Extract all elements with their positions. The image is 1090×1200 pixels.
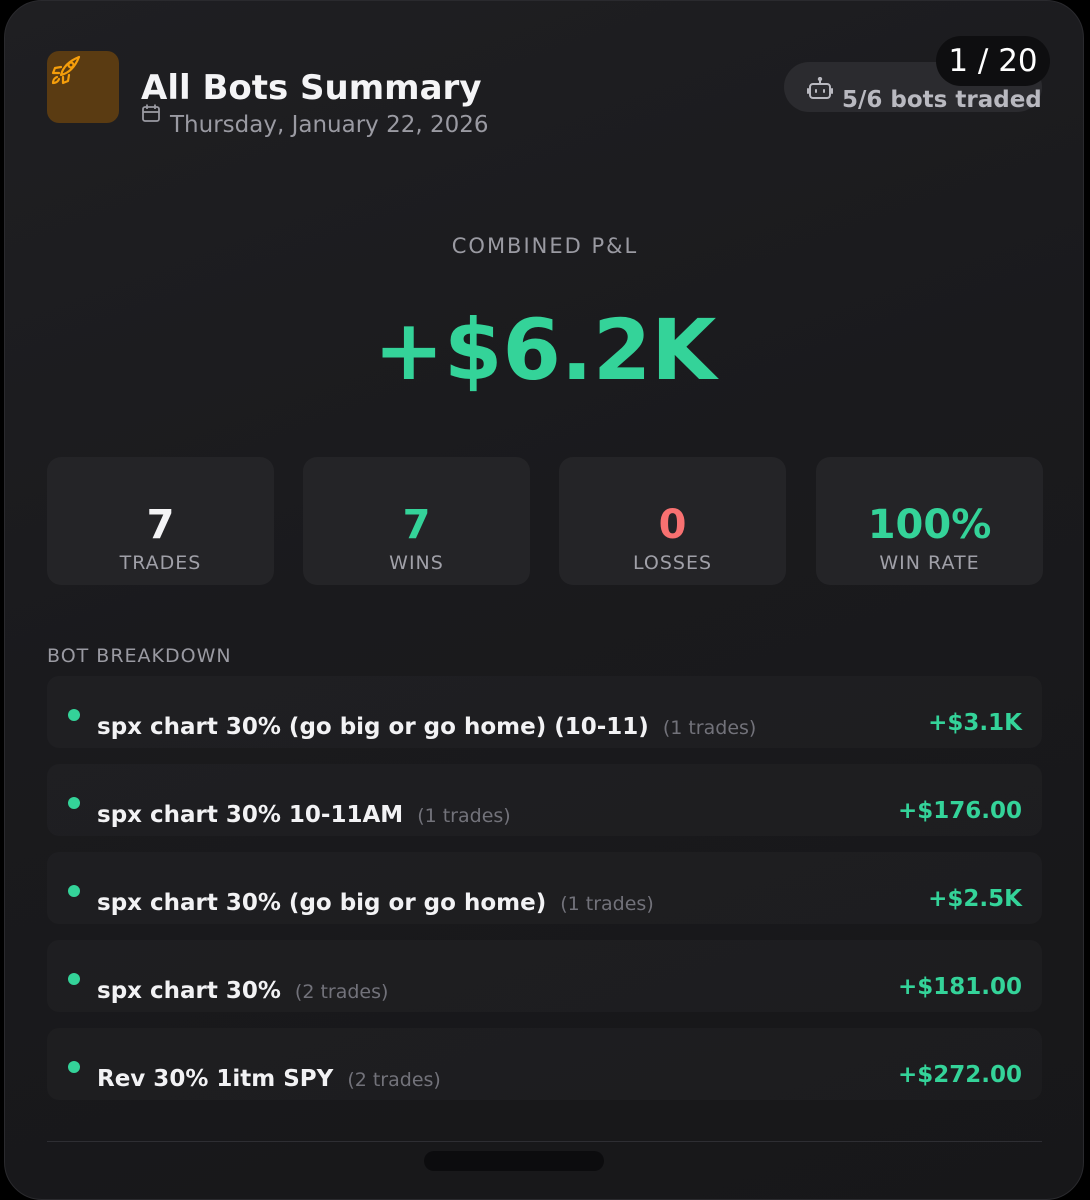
status-dot-icon bbox=[68, 973, 80, 985]
bot-pnl: +$2.5K bbox=[928, 886, 1022, 912]
app-icon bbox=[47, 51, 119, 123]
bot-name-line: Rev 30% 1itm SPY (2 trades) bbox=[97, 1066, 441, 1092]
bot-trade-count: (2 trades) bbox=[347, 1069, 441, 1091]
bot-name: spx chart 30% 10-11AM bbox=[97, 802, 404, 828]
bot-pnl: +$181.00 bbox=[897, 974, 1022, 1000]
combined-pnl-value: +$6.2K bbox=[373, 301, 717, 399]
stat-losses-label: LOSSES bbox=[632, 552, 713, 574]
bot-name: Rev 30% 1itm SPY bbox=[97, 1066, 334, 1092]
page-title: All Bots Summary bbox=[141, 68, 482, 108]
stat-wins-value: 7 bbox=[402, 502, 431, 548]
stat-trades-value: 7 bbox=[146, 502, 175, 548]
bot-name-line: spx chart 30% (go big or go home) (1 trad… bbox=[97, 890, 654, 916]
bot-trade-count: (1 trades) bbox=[560, 893, 654, 915]
bot-pnl: +$272.00 bbox=[897, 1062, 1022, 1088]
stat-win-rate-label: WIN RATE bbox=[879, 552, 980, 574]
status-dot-icon bbox=[68, 709, 80, 721]
bot-row[interactable]: spx chart 30% (2 trades) +$181.00 bbox=[47, 940, 1042, 1012]
bot-name-line: spx chart 30% (2 trades) bbox=[97, 978, 388, 1004]
divider bbox=[47, 1141, 1042, 1142]
status-dot-icon bbox=[68, 1061, 80, 1073]
bot-name-line: spx chart 30% (go big or go home) (10-11… bbox=[97, 714, 756, 740]
combined-pnl-label: COMBINED P&L bbox=[451, 234, 639, 258]
bot-row[interactable]: spx chart 30% (go big or go home) (1 trad… bbox=[47, 852, 1042, 924]
bot-name: spx chart 30% bbox=[97, 978, 281, 1004]
status-dot-icon bbox=[68, 797, 80, 809]
bot-name-line: spx chart 30% 10-11AM (1 trades) bbox=[97, 802, 511, 828]
robot-icon bbox=[807, 77, 833, 99]
stat-wins-label: WINS bbox=[389, 552, 444, 574]
bot-trade-count: (1 trades) bbox=[662, 717, 757, 739]
bottom-handle[interactable] bbox=[424, 1151, 604, 1171]
stat-trades-label: TRADES bbox=[119, 552, 202, 574]
bot-trade-count: (2 trades) bbox=[294, 981, 389, 1003]
bots-traded-label: 5/6 bots traded bbox=[842, 87, 1042, 113]
bot-name: spx chart 30% (go big or go home) (10-11… bbox=[97, 714, 649, 740]
bot-trade-count: (1 trades) bbox=[417, 805, 511, 827]
summary-date: Thursday, January 22, 2026 bbox=[170, 112, 489, 138]
bot-row[interactable]: spx chart 30% 10-11AM (1 trades) +$176.00 bbox=[47, 764, 1042, 836]
rocket-icon bbox=[51, 55, 81, 85]
bot-pnl: +$3.1K bbox=[928, 710, 1022, 736]
stat-losses-value: 0 bbox=[658, 502, 687, 548]
stat-win-rate-value: 100% bbox=[867, 502, 992, 548]
page-counter: 1 / 20 bbox=[936, 36, 1050, 86]
bot-row[interactable]: Rev 30% 1itm SPY (2 trades) +$272.00 bbox=[47, 1028, 1042, 1100]
bot-name: spx chart 30% (go big or go home) bbox=[97, 890, 547, 916]
calendar-icon bbox=[142, 104, 160, 122]
status-dot-icon bbox=[68, 885, 80, 897]
bot-row[interactable]: spx chart 30% (go big or go home) (10-11… bbox=[47, 676, 1042, 748]
summary-card bbox=[4, 0, 1084, 1200]
bot-pnl: +$176.00 bbox=[897, 798, 1022, 824]
bot-breakdown-title: BOT BREAKDOWN bbox=[47, 645, 232, 667]
